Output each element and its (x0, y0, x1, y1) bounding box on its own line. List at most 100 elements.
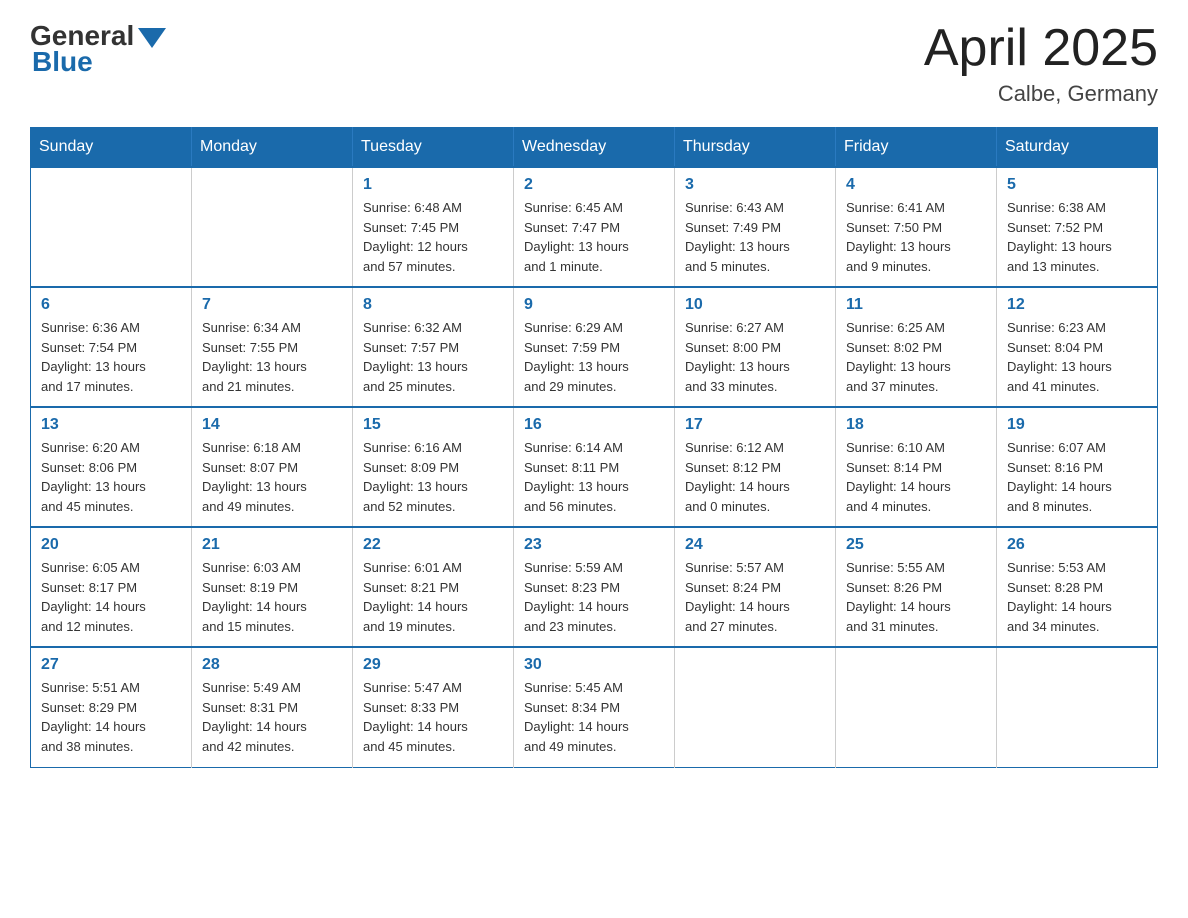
day-number: 16 (524, 416, 664, 434)
calendar-day-cell: 4Sunrise: 6:41 AM Sunset: 7:50 PM Daylig… (836, 167, 997, 287)
day-number: 29 (363, 656, 503, 674)
calendar-day-cell: 18 Sunrise: 6:10 AM Sunset: 8:14 PM Dayli… (836, 407, 997, 527)
calendar-week-row: 27Sunrise: 5:51 AM Sunset: 8:29 PM Dayli… (31, 647, 1158, 767)
calendar-day-cell: 19 Sunrise: 6:07 AM Sunset: 8:16 PM Dayli… (997, 407, 1158, 527)
day-info-text: Sunrise: 6:07 AM Sunset: 8:16 PM Dayligh… (1007, 438, 1147, 516)
day-info-text: Sunrise: 6:41 AM Sunset: 7:50 PM Dayligh… (846, 198, 986, 276)
calendar-day-cell: 23 Sunrise: 5:59 AM Sunset: 8:23 PM Dayli… (514, 527, 675, 647)
calendar-day-cell: 28 Sunrise: 5:49 AM Sunset: 8:31 PM Dayli… (192, 647, 353, 767)
day-number: 21 (202, 536, 342, 554)
day-info-text: Sunrise: 6:16 AM Sunset: 8:09 PM Dayligh… (363, 438, 503, 516)
calendar-header: SundayMondayTuesdayWednesdayThursdayFrid… (31, 128, 1158, 168)
calendar-day-cell: 1 Sunrise: 6:48 AM Sunset: 7:45 PM Daylig… (353, 167, 514, 287)
calendar-day-cell: 11Sunrise: 6:25 AM Sunset: 8:02 PM Dayli… (836, 287, 997, 407)
day-info-text: Sunrise: 6:12 AM Sunset: 8:12 PM Dayligh… (685, 438, 825, 516)
day-number: 23 (524, 536, 664, 554)
day-info-text: Sunrise: 6:03 AM Sunset: 8:19 PM Dayligh… (202, 558, 342, 636)
day-info-text: Sunrise: 6:18 AM Sunset: 8:07 PM Dayligh… (202, 438, 342, 516)
day-number: 2 (524, 176, 664, 194)
calendar-week-row: 13 Sunrise: 6:20 AM Sunset: 8:06 PM Dayli… (31, 407, 1158, 527)
day-number: 13 (41, 416, 181, 434)
calendar-day-cell: 21 Sunrise: 6:03 AM Sunset: 8:19 PM Dayli… (192, 527, 353, 647)
calendar-week-row: 6 Sunrise: 6:36 AM Sunset: 7:54 PM Daylig… (31, 287, 1158, 407)
day-info-text: Sunrise: 5:49 AM Sunset: 8:31 PM Dayligh… (202, 678, 342, 756)
calendar-day-cell: 13 Sunrise: 6:20 AM Sunset: 8:06 PM Dayli… (31, 407, 192, 527)
day-number: 18 (846, 416, 986, 434)
day-number: 12 (1007, 296, 1147, 314)
day-number: 17 (685, 416, 825, 434)
calendar-day-cell: 9Sunrise: 6:29 AM Sunset: 7:59 PM Daylig… (514, 287, 675, 407)
logo: General Blue (30, 20, 166, 78)
day-number: 8 (363, 296, 503, 314)
weekday-header-cell: Wednesday (514, 128, 675, 168)
calendar-day-cell (31, 167, 192, 287)
day-info-text: Sunrise: 5:59 AM Sunset: 8:23 PM Dayligh… (524, 558, 664, 636)
day-number: 3 (685, 176, 825, 194)
day-info-text: Sunrise: 5:47 AM Sunset: 8:33 PM Dayligh… (363, 678, 503, 756)
day-info-text: Sunrise: 6:20 AM Sunset: 8:06 PM Dayligh… (41, 438, 181, 516)
calendar-day-cell: 10Sunrise: 6:27 AM Sunset: 8:00 PM Dayli… (675, 287, 836, 407)
day-number: 30 (524, 656, 664, 674)
calendar-day-cell: 8 Sunrise: 6:32 AM Sunset: 7:57 PM Daylig… (353, 287, 514, 407)
day-info-text: Sunrise: 6:38 AM Sunset: 7:52 PM Dayligh… (1007, 198, 1147, 276)
day-info-text: Sunrise: 5:53 AM Sunset: 8:28 PM Dayligh… (1007, 558, 1147, 636)
logo-arrow-icon (138, 28, 166, 48)
day-number: 15 (363, 416, 503, 434)
weekday-header-cell: Tuesday (353, 128, 514, 168)
calendar-day-cell (997, 647, 1158, 767)
page-header: General Blue April 2025 Calbe, Germany (30, 20, 1158, 107)
calendar-day-cell: 25Sunrise: 5:55 AM Sunset: 8:26 PM Dayli… (836, 527, 997, 647)
calendar-day-cell: 22 Sunrise: 6:01 AM Sunset: 8:21 PM Dayli… (353, 527, 514, 647)
day-number: 14 (202, 416, 342, 434)
month-year-title: April 2025 (924, 20, 1158, 77)
calendar-day-cell (192, 167, 353, 287)
day-info-text: Sunrise: 6:05 AM Sunset: 8:17 PM Dayligh… (41, 558, 181, 636)
day-info-text: Sunrise: 6:25 AM Sunset: 8:02 PM Dayligh… (846, 318, 986, 396)
logo-blue-text: Blue (30, 46, 93, 78)
day-info-text: Sunrise: 6:10 AM Sunset: 8:14 PM Dayligh… (846, 438, 986, 516)
day-number: 6 (41, 296, 181, 314)
title-block: April 2025 Calbe, Germany (924, 20, 1158, 107)
day-info-text: Sunrise: 6:36 AM Sunset: 7:54 PM Dayligh… (41, 318, 181, 396)
calendar-table: SundayMondayTuesdayWednesdayThursdayFrid… (30, 127, 1158, 768)
calendar-day-cell: 6 Sunrise: 6:36 AM Sunset: 7:54 PM Daylig… (31, 287, 192, 407)
day-number: 20 (41, 536, 181, 554)
day-info-text: Sunrise: 6:34 AM Sunset: 7:55 PM Dayligh… (202, 318, 342, 396)
day-number: 24 (685, 536, 825, 554)
day-info-text: Sunrise: 6:27 AM Sunset: 8:00 PM Dayligh… (685, 318, 825, 396)
day-number: 22 (363, 536, 503, 554)
calendar-day-cell: 16 Sunrise: 6:14 AM Sunset: 8:11 PM Dayli… (514, 407, 675, 527)
day-number: 27 (41, 656, 181, 674)
calendar-body: 1 Sunrise: 6:48 AM Sunset: 7:45 PM Daylig… (31, 167, 1158, 767)
day-number: 28 (202, 656, 342, 674)
calendar-day-cell: 7 Sunrise: 6:34 AM Sunset: 7:55 PM Daylig… (192, 287, 353, 407)
day-info-text: Sunrise: 6:45 AM Sunset: 7:47 PM Dayligh… (524, 198, 664, 276)
day-number: 9 (524, 296, 664, 314)
calendar-day-cell (836, 647, 997, 767)
calendar-day-cell: 15 Sunrise: 6:16 AM Sunset: 8:09 PM Dayli… (353, 407, 514, 527)
day-number: 25 (846, 536, 986, 554)
calendar-day-cell: 5Sunrise: 6:38 AM Sunset: 7:52 PM Daylig… (997, 167, 1158, 287)
calendar-day-cell: 3 Sunrise: 6:43 AM Sunset: 7:49 PM Daylig… (675, 167, 836, 287)
day-number: 19 (1007, 416, 1147, 434)
day-info-text: Sunrise: 6:23 AM Sunset: 8:04 PM Dayligh… (1007, 318, 1147, 396)
day-info-text: Sunrise: 6:01 AM Sunset: 8:21 PM Dayligh… (363, 558, 503, 636)
calendar-day-cell: 17 Sunrise: 6:12 AM Sunset: 8:12 PM Dayli… (675, 407, 836, 527)
weekday-header-cell: Friday (836, 128, 997, 168)
day-info-text: Sunrise: 6:14 AM Sunset: 8:11 PM Dayligh… (524, 438, 664, 516)
day-number: 1 (363, 176, 503, 194)
calendar-day-cell: 27Sunrise: 5:51 AM Sunset: 8:29 PM Dayli… (31, 647, 192, 767)
day-info-text: Sunrise: 6:48 AM Sunset: 7:45 PM Dayligh… (363, 198, 503, 276)
day-number: 7 (202, 296, 342, 314)
weekday-header-cell: Monday (192, 128, 353, 168)
calendar-day-cell: 29 Sunrise: 5:47 AM Sunset: 8:33 PM Dayli… (353, 647, 514, 767)
day-info-text: Sunrise: 6:43 AM Sunset: 7:49 PM Dayligh… (685, 198, 825, 276)
day-info-text: Sunrise: 6:32 AM Sunset: 7:57 PM Dayligh… (363, 318, 503, 396)
calendar-day-cell: 30Sunrise: 5:45 AM Sunset: 8:34 PM Dayli… (514, 647, 675, 767)
calendar-day-cell: 2 Sunrise: 6:45 AM Sunset: 7:47 PM Daylig… (514, 167, 675, 287)
calendar-week-row: 1 Sunrise: 6:48 AM Sunset: 7:45 PM Daylig… (31, 167, 1158, 287)
calendar-day-cell: 26Sunrise: 5:53 AM Sunset: 8:28 PM Dayli… (997, 527, 1158, 647)
calendar-week-row: 20 Sunrise: 6:05 AM Sunset: 8:17 PM Dayli… (31, 527, 1158, 647)
calendar-day-cell (675, 647, 836, 767)
calendar-day-cell: 24Sunrise: 5:57 AM Sunset: 8:24 PM Dayli… (675, 527, 836, 647)
